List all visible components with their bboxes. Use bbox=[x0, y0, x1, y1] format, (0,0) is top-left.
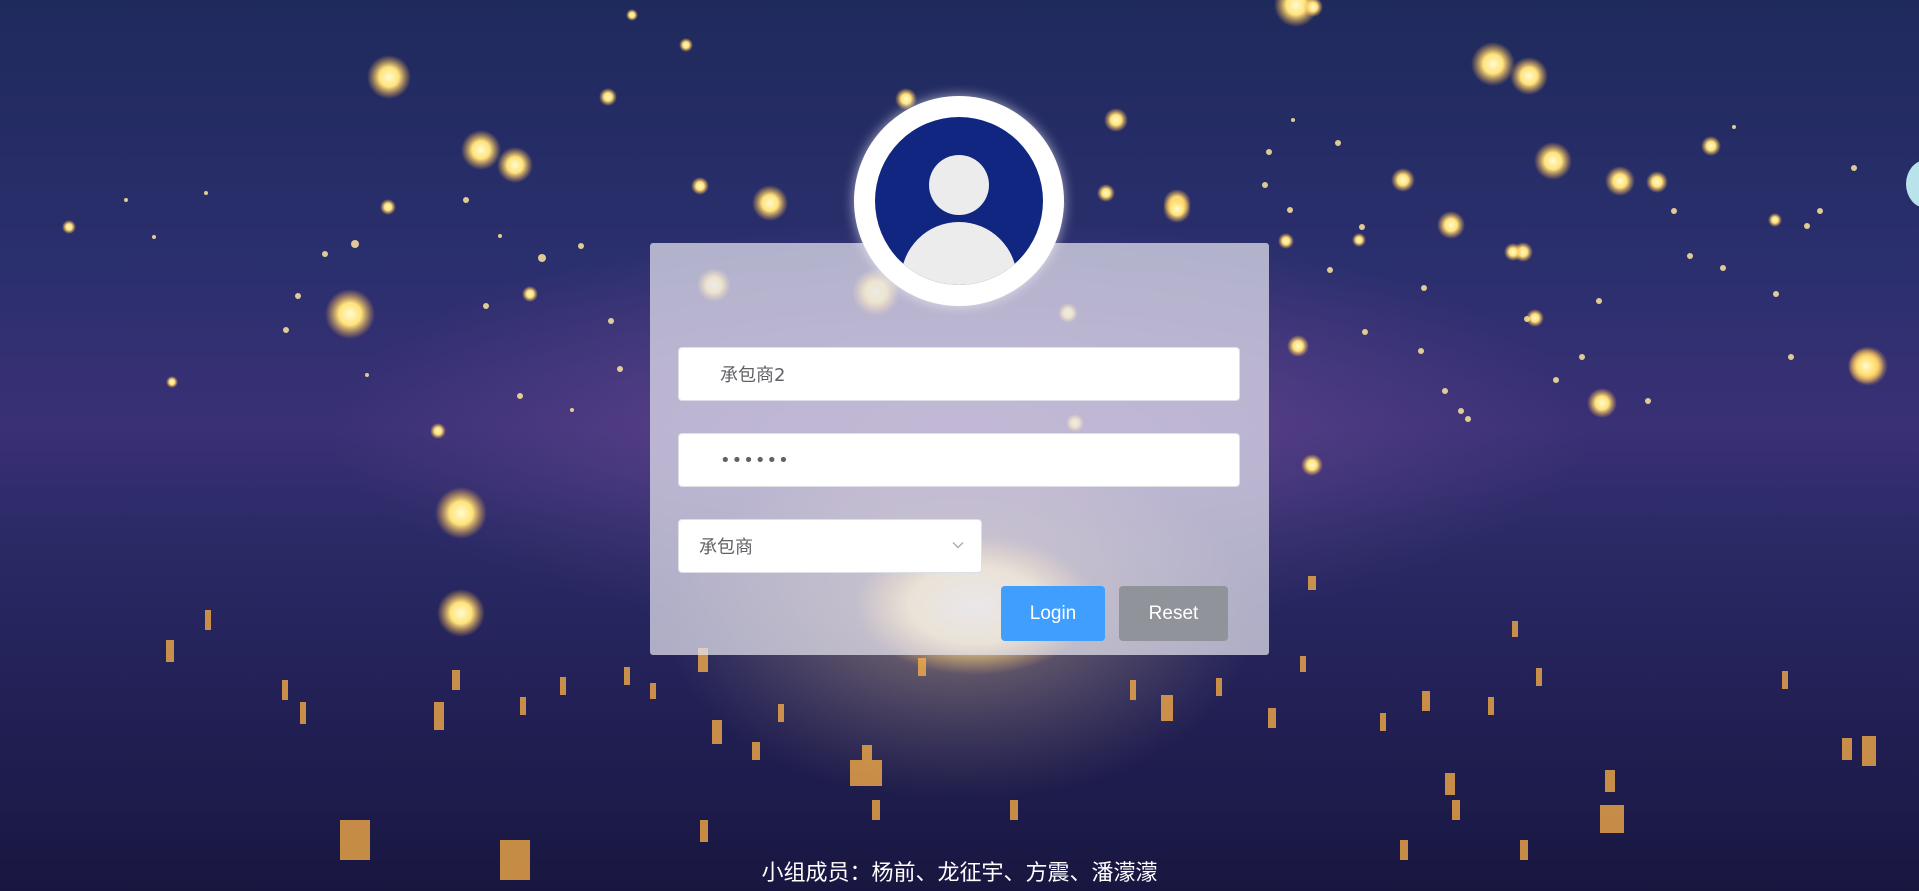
login-page: 承包商2 •••••• 承包商 Login Reset 小组成员：杨前、龙征宇、… bbox=[0, 0, 1919, 891]
reset-button[interactable]: Reset bbox=[1119, 586, 1228, 641]
avatar-head bbox=[929, 155, 989, 215]
password-input[interactable]: •••••• bbox=[678, 433, 1240, 487]
role-select-value: 承包商 bbox=[699, 537, 753, 558]
avatar bbox=[854, 96, 1064, 306]
role-select[interactable]: 承包商 bbox=[678, 519, 982, 573]
chevron-down-icon bbox=[952, 542, 964, 549]
floating-widget[interactable] bbox=[1906, 160, 1919, 208]
password-value: •••••• bbox=[720, 449, 790, 471]
avatar-body bbox=[901, 222, 1017, 285]
username-value: 承包商2 bbox=[720, 365, 786, 386]
user-avatar-icon bbox=[875, 117, 1043, 285]
login-button[interactable]: Login bbox=[1001, 586, 1105, 641]
username-input[interactable]: 承包商2 bbox=[678, 347, 1240, 401]
footer-team-members: 小组成员：杨前、龙征宇、方震、潘濛濛 bbox=[761, 861, 1158, 886]
